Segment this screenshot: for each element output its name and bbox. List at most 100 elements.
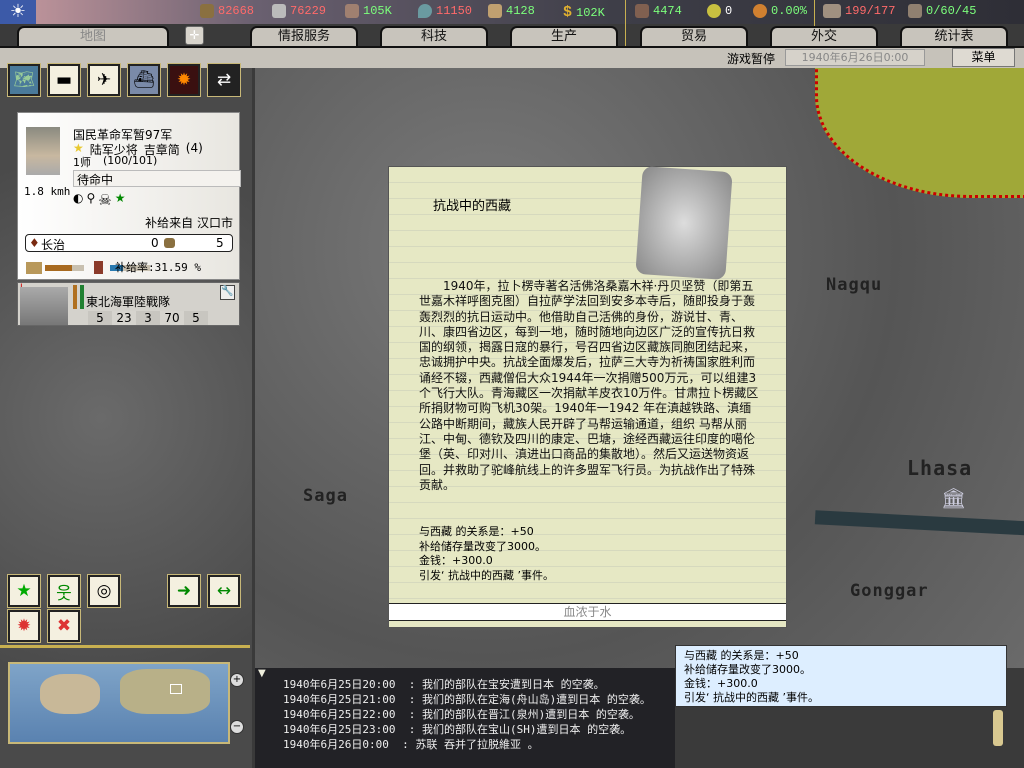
rare-materials-resource: 105K: [345, 4, 392, 18]
map-label-lhasa: Lhasa: [907, 456, 973, 480]
event-option-button[interactable]: 血浓于水: [389, 603, 786, 621]
oil-resource: 11150: [418, 4, 472, 18]
pen-icon[interactable]: [993, 710, 1003, 746]
rare-materials-icon: [345, 4, 359, 18]
metal-resource: 76229: [272, 4, 326, 18]
unit-order: 待命中: [73, 170, 241, 187]
star-command-button[interactable]: ★: [8, 575, 40, 607]
viewport-marker: [170, 684, 182, 694]
soldiers-icon: 웃: [56, 583, 72, 604]
split-button[interactable]: ↔: [208, 575, 240, 607]
resource-bar: ☀ 82668 76229 105K 11150 4128 $102K 4474…: [0, 0, 1024, 46]
zoom-in-button[interactable]: +: [230, 673, 244, 687]
target-icon: ◎: [96, 581, 112, 601]
map-mode-terrain-button[interactable]: 🗺: [8, 64, 40, 96]
supplies-crate-icon: [488, 4, 502, 18]
transport-resource: 199/177: [823, 4, 895, 18]
air-units-button[interactable]: ✈: [88, 64, 120, 96]
log-entry: 1940年6月25日20:00 : 我们的部队在宝安遭到日本 的空袭。: [283, 678, 605, 691]
green-star-icon: ★: [114, 191, 126, 205]
national-flag-icon[interactable]: ☀: [0, 0, 36, 24]
units-button[interactable]: 웃: [48, 575, 80, 607]
fire-icon: ✹: [16, 616, 32, 636]
transport-button[interactable]: ⇄: [208, 64, 240, 96]
ship-icon: ⛴: [133, 70, 155, 90]
dollar-icon: $: [563, 4, 573, 21]
manpower-resource: 4474: [635, 4, 682, 18]
division-stats: 5 23 3 70 5: [88, 311, 208, 325]
commander-portrait[interactable]: [26, 127, 60, 175]
plane-icon: ✈: [96, 70, 112, 90]
division-name: 東北海軍陸戰隊: [86, 295, 171, 309]
organization-bar: [45, 265, 84, 271]
arrow-right-icon: ➜: [176, 581, 192, 601]
move-icon[interactable]: ✛: [185, 26, 204, 45]
log-entry: 1940年6月25日22:00 : 我们的部队在晋江(泉州)遭到日本 的空袭。: [283, 708, 640, 721]
river: [814, 510, 1024, 536]
crates-icon: [26, 262, 42, 274]
collapse-arrow-icon[interactable]: ▼: [258, 668, 266, 679]
dissent-resource: 0.00%: [753, 4, 807, 18]
tooltip: 与西藏 的关系是：+50 补给储存量改变了3000。 金钱：+300.0 引发‘…: [675, 645, 1007, 707]
convoy-resource: 0/60/45: [908, 4, 976, 18]
event-title: 抗战中的西藏: [433, 199, 512, 214]
transfer-button[interactable]: ➜: [168, 575, 200, 607]
location-box[interactable]: ♦ 长治 0 5: [25, 234, 233, 252]
oil-drop-icon: [418, 4, 432, 18]
cancel-button[interactable]: ✖: [48, 610, 80, 642]
supply-rate: 补给率:31.59 %: [115, 261, 201, 274]
tab-map[interactable]: 地图: [17, 26, 169, 48]
map-label-saga: Saga: [303, 486, 348, 506]
division-row[interactable]: I 東北海軍陸戰隊 🔧 5 23 3 70 5: [17, 282, 240, 326]
tab-intelligence[interactable]: 情报服务: [250, 26, 358, 48]
wrench-icon[interactable]: 🔧: [220, 285, 235, 300]
log-entry: 1940年6月25日23:00 : 我们的部队在宝山(SH)遭到日本 的空袭。: [283, 723, 632, 736]
log-entry: 1940年6月25日21:00 : 我们的部队在定海(舟山岛)遭到日本 的空袭。: [283, 693, 651, 706]
unit-speed: 1.8 kmh: [24, 185, 71, 198]
event-dialog: 抗战中的西藏 1940年，拉卜楞寺著名活佛洛桑嘉木祥·丹贝坚赞（即第五世嘉木祥呼…: [388, 165, 787, 628]
message-log: ▼ 1940年6月25日20:00 : 我们的部队在宝安遭到日本 的空袭。 19…: [255, 668, 675, 768]
game-date: 1940年6月26日0:00: [785, 49, 925, 66]
capital-building-icon[interactable]: 🏛: [941, 486, 966, 510]
cross-icon: ✖: [56, 616, 72, 636]
disband-button[interactable]: ✹: [8, 610, 40, 642]
log-entry: 1940年6月26日0:00 : 苏联 吞并了拉脱維亚 。: [283, 738, 539, 751]
energy-resource: 82668: [200, 4, 254, 18]
flame-icon: [753, 4, 767, 18]
tab-diplomacy[interactable]: 外交: [770, 26, 878, 48]
foreign-territory: [815, 68, 1024, 198]
experience-icon: ◐: [73, 191, 84, 205]
tab-statistics[interactable]: 统计表: [900, 26, 1008, 48]
split-icon: ↔: [216, 581, 232, 601]
tab-trade[interactable]: 贸易: [640, 26, 748, 48]
medal-icon: ⚲: [86, 191, 96, 205]
map-label-gonggar: Gonggar: [850, 581, 929, 601]
skull-icon: ☠: [98, 191, 112, 209]
energy-icon: [200, 4, 214, 18]
location-name: 长治: [41, 238, 66, 252]
target-button[interactable]: ◎: [88, 575, 120, 607]
tab-production[interactable]: 生产: [510, 26, 618, 48]
naval-units-button[interactable]: ⛴: [128, 64, 160, 96]
minimap[interactable]: [8, 662, 230, 744]
event-effects: 与西藏 的关系是：+50 补给储存量改变了3000。 金钱：+300.0 引发‘…: [419, 525, 554, 582]
tab-technology[interactable]: 科技: [380, 26, 488, 48]
fuel-icon: [94, 261, 103, 274]
zoom-out-button[interactable]: −: [230, 720, 244, 734]
map-label-nagqu: Nagqu: [826, 275, 883, 295]
unit-size: 1师: [73, 156, 91, 169]
unit-strength: (100/101): [103, 154, 158, 167]
divider: [0, 645, 250, 648]
event-image: [635, 165, 733, 281]
menu-button[interactable]: 菜单: [952, 48, 1015, 67]
transfer-icon: ⇄: [216, 70, 232, 90]
manpower-icon: [635, 4, 649, 18]
province-icon: ♦: [29, 236, 40, 250]
nuke-button[interactable]: ✹: [168, 64, 200, 96]
convoy-icon: [908, 4, 922, 18]
game-paused-label: 游戏暂停: [727, 52, 776, 66]
event-description: 1940年，拉卜楞寺著名活佛洛桑嘉木祥·丹贝坚赞（即第五世嘉木祥呼图克图）自拉萨…: [419, 279, 759, 492]
land-units-button[interactable]: ▬: [48, 64, 80, 96]
unit-info-card: 国民革命军暂97军 ★ 陆军少将 吉章简 (4) 1师 (100/101) 待命中 1.…: [17, 112, 241, 280]
tank-icon: ▬: [55, 70, 73, 90]
